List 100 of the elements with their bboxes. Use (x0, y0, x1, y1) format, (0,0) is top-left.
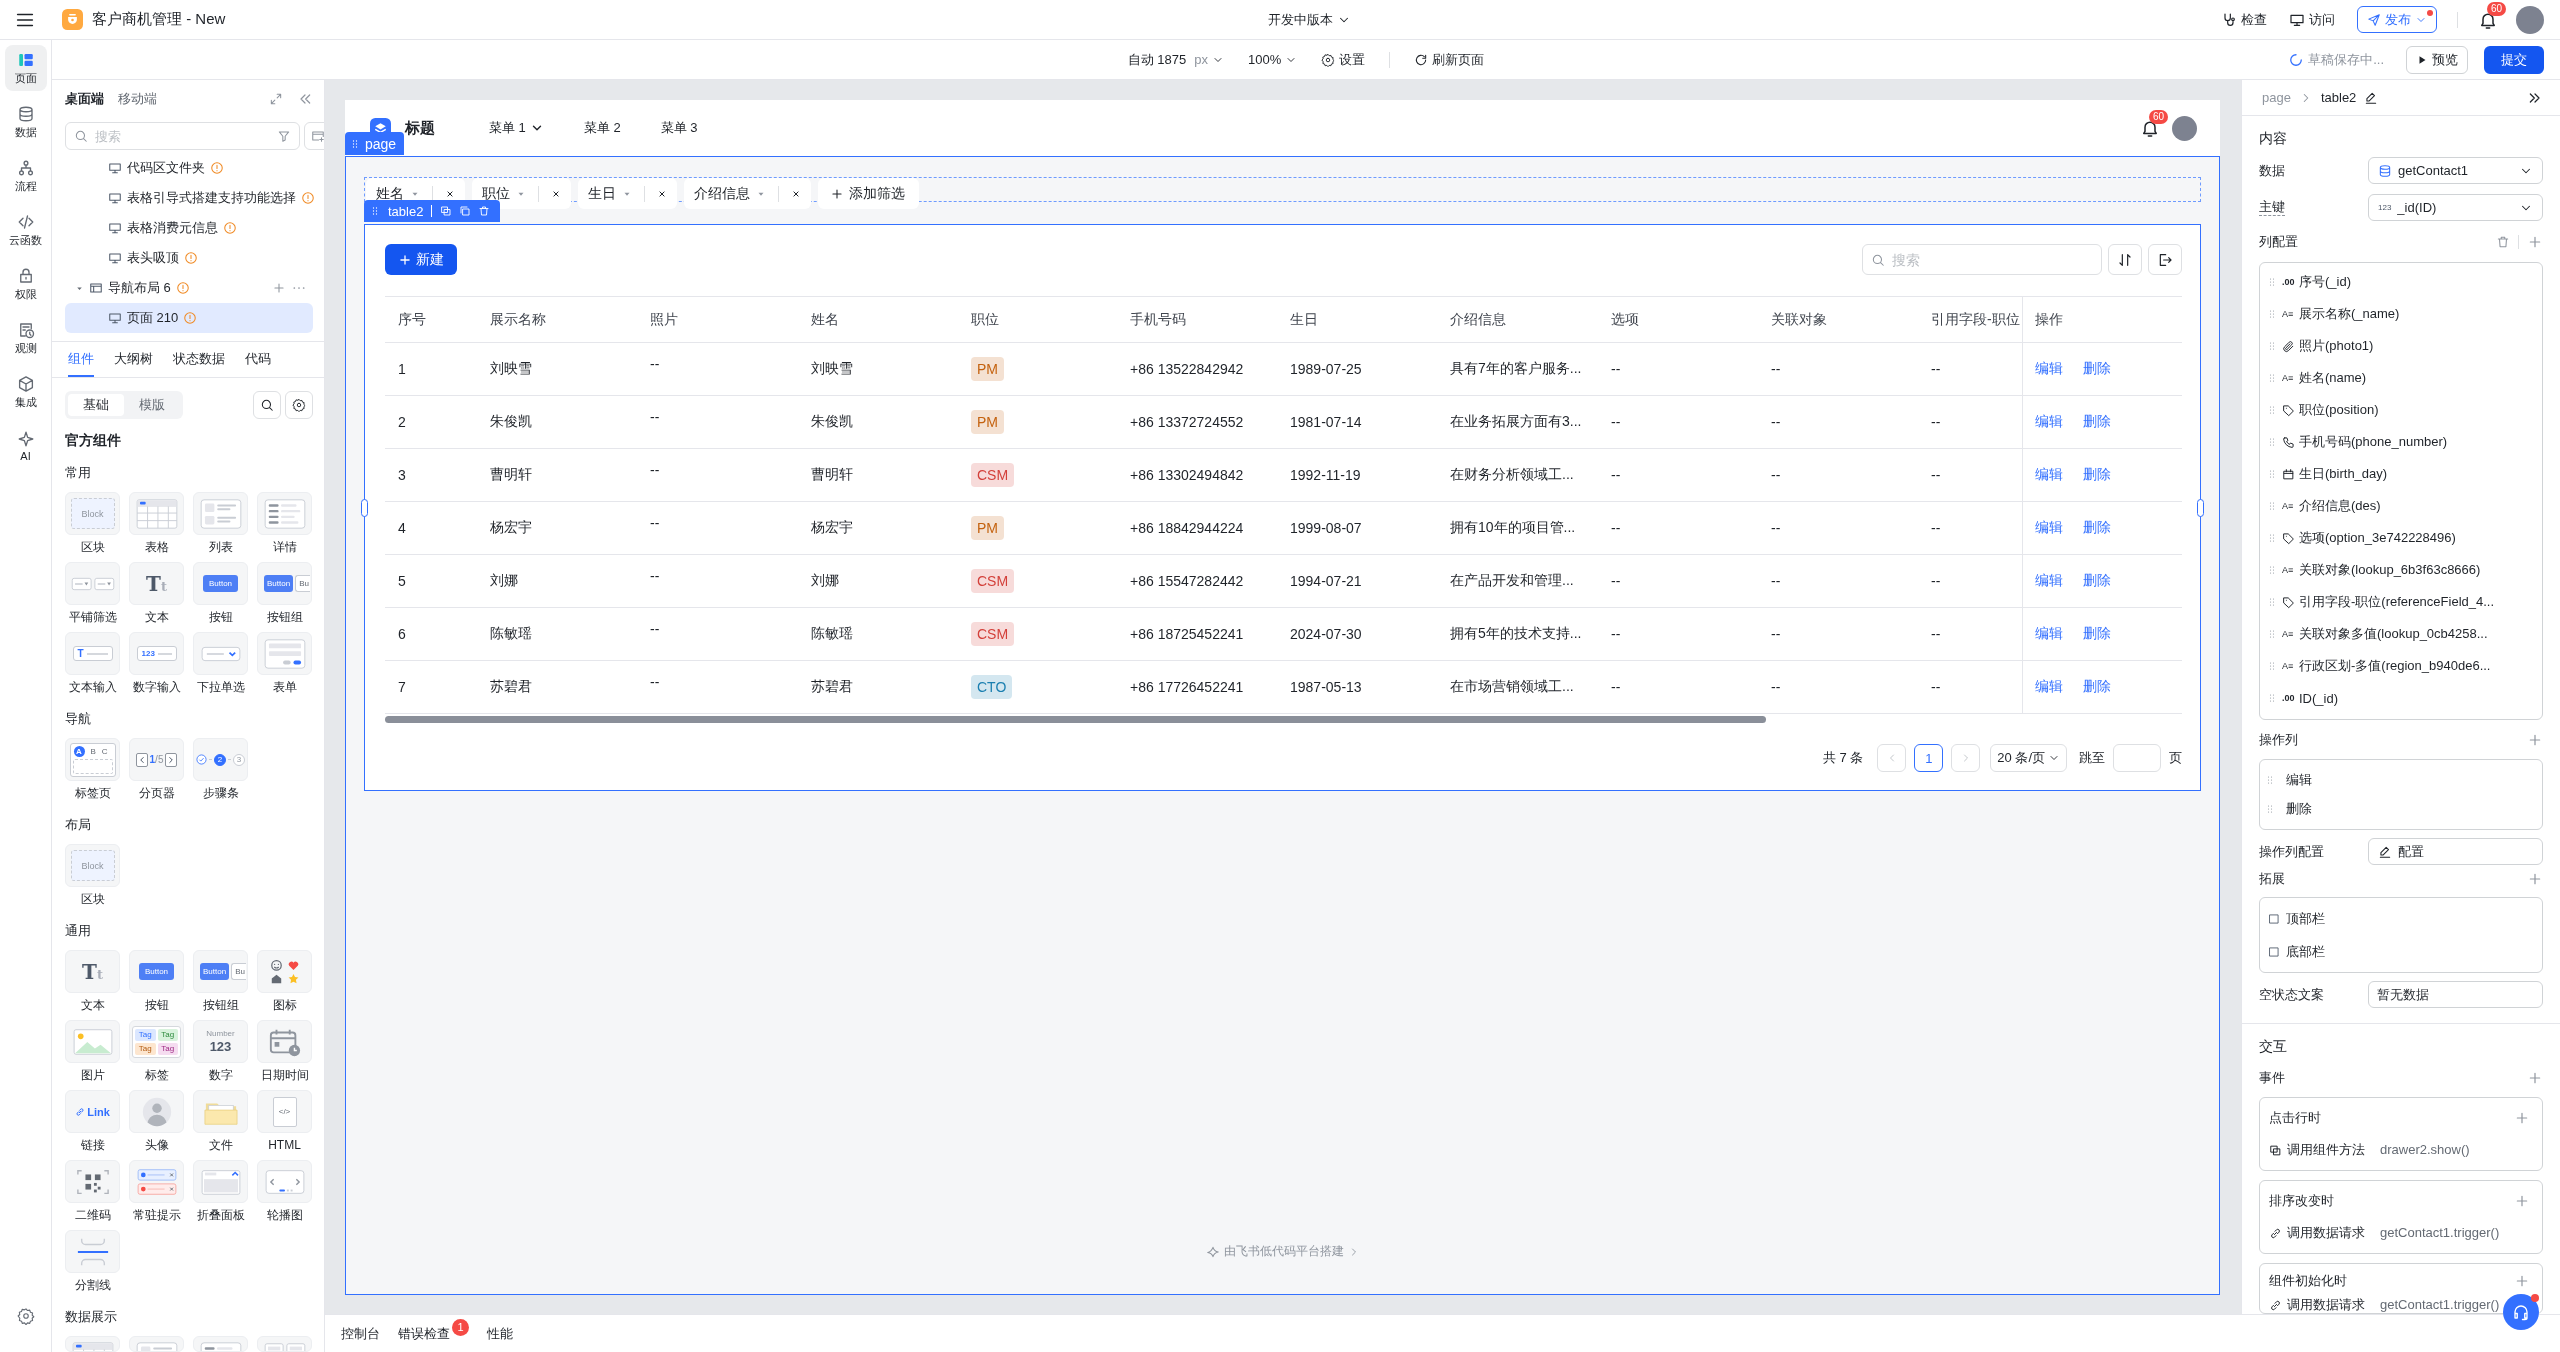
panel-tab[interactable]: 代码 (245, 342, 271, 377)
edit-link[interactable]: 编辑 (2035, 519, 2063, 537)
component-tile[interactable]: Link (65, 1090, 120, 1133)
component-tile[interactable]: 1/5 (129, 738, 184, 781)
nav-item[interactable]: 数据 (4, 99, 47, 145)
delete-link[interactable]: 删除 (2083, 625, 2111, 643)
next-page-button[interactable] (1951, 744, 1981, 772)
segment-tab[interactable]: 模版 (124, 394, 180, 416)
expand-icon[interactable] (269, 92, 283, 106)
column-field-label[interactable]: 生日(birth_day) (2299, 465, 2388, 483)
checkbox[interactable] (2267, 911, 2281, 926)
component-tag[interactable]: table2 (364, 200, 501, 222)
close-icon[interactable] (791, 188, 801, 199)
filter-dropdown[interactable]: 姓名 (376, 184, 420, 203)
component-tile[interactable] (257, 632, 312, 675)
tree-item[interactable]: 表头吸顶 (65, 243, 313, 273)
plus-icon[interactable] (272, 281, 286, 295)
submit-button[interactable]: 提交 (2484, 45, 2544, 74)
tree-item[interactable]: 导航布局 6 (65, 273, 313, 303)
platform-tab[interactable]: 桌面端 (65, 90, 104, 108)
component-tile[interactable] (257, 1020, 312, 1063)
tree-item[interactable]: 表格引导式搭建支持功能选择 (65, 183, 313, 213)
plus-icon[interactable] (2514, 1193, 2530, 1209)
component-tile[interactable] (129, 1160, 184, 1203)
component-tile[interactable] (129, 492, 184, 535)
page-size-dropdown[interactable]: 20 条/页 (1990, 744, 2067, 772)
resize-handle[interactable] (2197, 498, 2204, 517)
search-field[interactable]: 搜索 (65, 122, 300, 150)
delete-link[interactable]: 删除 (2083, 466, 2111, 484)
page-button[interactable]: 1 (1914, 744, 1944, 772)
bottom-tab[interactable]: 控制台 (341, 1324, 380, 1343)
canvas-width-dropdown[interactable]: 自动 1875 px (1127, 50, 1224, 69)
tree-item[interactable]: 代码区文件夹 (65, 153, 313, 183)
edit-icon[interactable] (2364, 90, 2379, 105)
filter-dropdown[interactable]: 介绍信息 (694, 184, 766, 203)
component-tile[interactable]: T (65, 632, 120, 675)
close-icon[interactable] (445, 188, 455, 199)
column-field-label[interactable]: 姓名(name) (2299, 369, 2367, 387)
component-tile[interactable] (65, 562, 120, 605)
close-icon[interactable] (657, 188, 667, 199)
panel-tab[interactable]: 状态数据 (173, 342, 225, 377)
search-field[interactable]: 搜索 (1862, 244, 2102, 275)
add-filter-button[interactable]: 添加筛选 (818, 178, 919, 209)
panel-tab[interactable]: 大纲树 (114, 342, 153, 377)
edit-link[interactable]: 编辑 (2035, 360, 2063, 378)
plus-icon[interactable] (2527, 871, 2543, 887)
column-field-label[interactable]: 职位(position) (2299, 401, 2379, 419)
component-tile[interactable] (257, 492, 312, 535)
configure-button[interactable]: 配置 (2368, 838, 2543, 865)
component-tile[interactable] (257, 950, 312, 993)
component-tile[interactable] (65, 1020, 120, 1063)
action-label[interactable]: 编辑 (2286, 770, 2312, 789)
delete-link[interactable]: 删除 (2083, 519, 2111, 537)
publish-button[interactable]: 发布 (2357, 6, 2437, 33)
delete-link[interactable]: 删除 (2083, 572, 2111, 590)
component-tile[interactable]: 123 (129, 632, 184, 675)
column-field-label[interactable]: 手机号码(phone_number) (2299, 433, 2448, 451)
column-field-label[interactable]: 行政区划-多值(region_b940de6... (2299, 657, 2491, 675)
column-field-label[interactable]: ID(_id) (2299, 690, 2338, 706)
filter-dropdown[interactable]: 职位 (482, 184, 526, 203)
menu-item[interactable]: 菜单 1 (489, 119, 544, 137)
plus-icon[interactable] (2514, 1110, 2530, 1126)
column-field-label[interactable]: 关联对象(lookup_6b3f63c8666) (2299, 561, 2481, 579)
component-tile[interactable]: Number 123 (193, 1020, 248, 1063)
column-field-label[interactable]: 选项(option_3e742228496) (2299, 529, 2456, 547)
tree-item[interactable]: 页面 210 (65, 303, 313, 333)
resize-handle[interactable] (361, 498, 368, 517)
delete-link[interactable]: 删除 (2083, 678, 2111, 696)
column-field-label[interactable]: 介绍信息(des) (2299, 497, 2381, 515)
action-label[interactable]: 删除 (2286, 799, 2312, 818)
nav-item[interactable]: 页面 (4, 45, 47, 91)
plus-icon[interactable] (2527, 1070, 2543, 1086)
component-tile[interactable] (65, 1160, 120, 1203)
trash-icon[interactable] (2496, 235, 2510, 249)
panel-tab[interactable]: 组件 (68, 342, 94, 377)
component-tile[interactable] (257, 1336, 312, 1352)
delete-link[interactable]: 删除 (2083, 413, 2111, 431)
column-field-label[interactable]: 序号(_id) (2299, 273, 2351, 291)
version-dropdown[interactable]: 开发中版本 (1267, 10, 1351, 29)
sort-button[interactable] (2108, 244, 2142, 275)
bottom-tab[interactable]: 错误检查 (398, 1324, 450, 1343)
component-tile[interactable]: Button (129, 950, 184, 993)
settings-icon[interactable] (16, 1307, 35, 1325)
nav-item[interactable]: 权限 (4, 261, 47, 307)
component-tile[interactable] (257, 1160, 312, 1203)
visit-button[interactable]: 访问 (2289, 10, 2335, 29)
settings-button[interactable] (285, 391, 313, 419)
component-tile[interactable] (129, 1090, 184, 1133)
component-tile[interactable]: Tt (65, 950, 120, 993)
component-tile[interactable] (65, 1336, 120, 1352)
avatar[interactable] (2516, 5, 2544, 34)
component-tile[interactable]: Tt (129, 562, 184, 605)
help-button[interactable] (2503, 1294, 2539, 1330)
settings-button[interactable]: 设置 (1321, 50, 1366, 69)
edit-link[interactable]: 编辑 (2035, 466, 2063, 484)
nav-item[interactable]: 流程 (4, 153, 47, 199)
component-tile[interactable]: Button Bu (257, 562, 312, 605)
preview-button[interactable]: 预览 (2406, 45, 2468, 74)
plus-icon[interactable] (2527, 732, 2543, 748)
component-tile[interactable]: Button (193, 562, 248, 605)
